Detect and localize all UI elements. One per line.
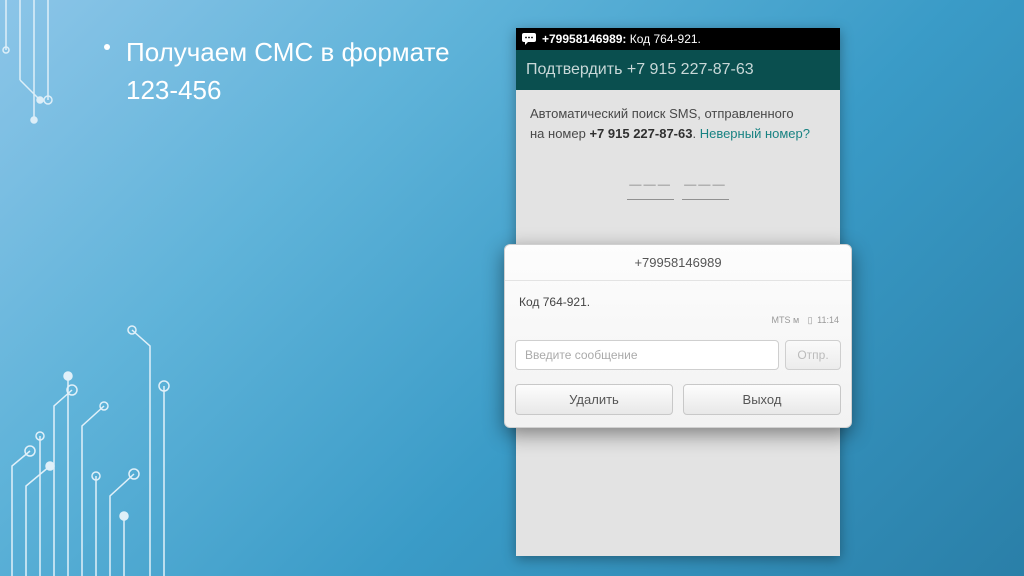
circuit-decoration-bottom-left: [0, 316, 180, 576]
sms-notification-icon: [522, 33, 536, 45]
bullet-dot-icon: [104, 44, 110, 50]
slide-bullet: Получаем СМС в формате 123-456: [104, 34, 484, 109]
body-dot: .: [692, 126, 699, 141]
delete-button[interactable]: Удалить: [515, 384, 673, 415]
slide-background: Получаем СМС в формате 123-456 +79958146…: [0, 0, 1024, 576]
popup-carrier: MTS м: [771, 315, 799, 325]
exit-button[interactable]: Выход: [683, 384, 841, 415]
statusbar-sender: +79958146989:: [542, 32, 626, 46]
verification-body: Автоматический поиск SMS, отправленного …: [516, 90, 840, 143]
statusbar-message-preview: Код 764-921.: [630, 32, 701, 46]
body-line-2a: на номер: [530, 126, 589, 141]
status-bar: +79958146989: Код 764-921.: [516, 28, 840, 50]
wrong-number-link[interactable]: Неверный номер?: [700, 126, 810, 141]
message-input[interactable]: Введите сообщение: [515, 340, 779, 370]
circuit-decoration-top-left: [0, 0, 120, 140]
code-dashes-left: ‒‒‒: [627, 171, 674, 200]
popup-meta: MTS м ▯ 11:14: [505, 315, 851, 334]
popup-button-row: Удалить Выход: [505, 376, 851, 427]
app-bar: Подтвердить +7 915 227-87-63: [516, 50, 840, 90]
sim-icon: ▯: [806, 315, 815, 326]
popup-input-row: Введите сообщение Отпр.: [505, 334, 851, 376]
app-bar-title: Подтвердить +7 915 227-87-63: [526, 61, 754, 79]
body-phone: +7 915 227-87-63: [589, 126, 692, 141]
popup-time: 11:14: [817, 315, 839, 325]
popup-message: Код 764-921.: [505, 281, 851, 315]
code-input-placeholder[interactable]: ‒‒‒ ‒‒‒: [516, 171, 840, 200]
body-line-1: Автоматический поиск SMS, отправленного: [530, 106, 794, 121]
phone-screenshot: +79958146989: Код 764-921. Подтвердить +…: [516, 28, 840, 556]
code-dashes-right: ‒‒‒: [682, 171, 729, 200]
send-button[interactable]: Отпр.: [785, 340, 841, 370]
popup-sender: +79958146989: [505, 245, 851, 281]
bullet-text: Получаем СМС в формате 123-456: [104, 34, 484, 109]
sms-popup: +79958146989 Код 764-921. MTS м ▯ 11:14 …: [504, 244, 852, 428]
